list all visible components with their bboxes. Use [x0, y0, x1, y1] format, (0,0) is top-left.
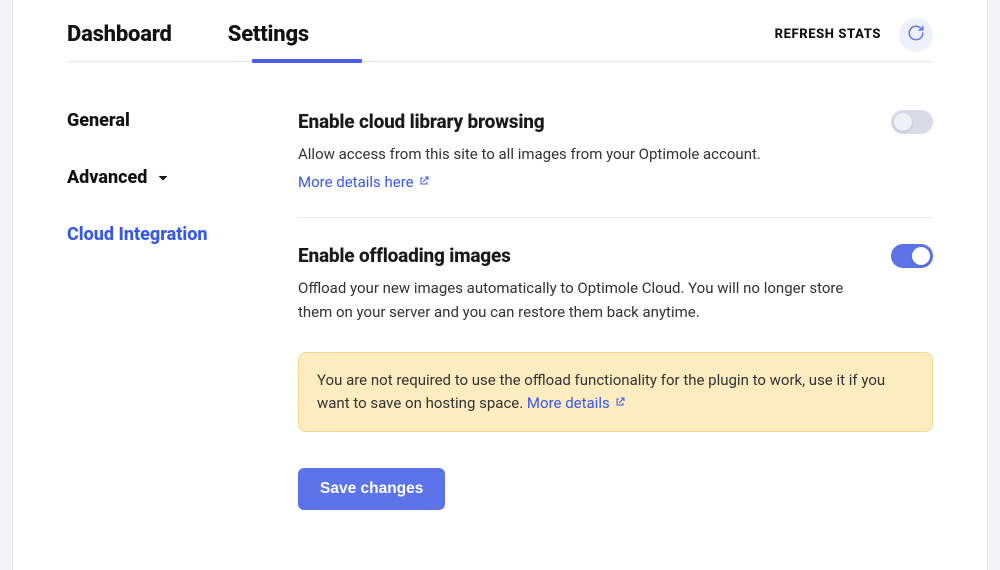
offloading-desc: Offload your new images automatically to… — [298, 277, 858, 324]
sidebar-item-general[interactable]: General — [67, 110, 298, 167]
tab-settings[interactable]: Settings — [228, 10, 309, 59]
cloud-library-toggle[interactable] — [891, 110, 933, 134]
topbar: Dashboard Settings REFRESH STATS — [67, 8, 933, 62]
section-offloading: Enable offloading images Offload your ne… — [298, 217, 933, 536]
external-link-icon — [614, 392, 626, 415]
offloading-toggle[interactable] — [891, 244, 933, 268]
refresh-icon — [907, 24, 925, 46]
toggle-knob — [894, 113, 912, 131]
save-button[interactable]: Save changes — [298, 468, 445, 510]
sidebar-item-advanced[interactable]: Advanced — [67, 167, 298, 224]
cloud-library-desc: Allow access from this site to all image… — [298, 143, 858, 166]
section-cloud-library: Enable cloud library browsing Allow acce… — [298, 110, 933, 217]
refresh-icon-button[interactable] — [899, 18, 933, 52]
offloading-title: Enable offloading images — [298, 244, 867, 267]
sidebar-item-cloud-integration[interactable]: Cloud Integration — [67, 224, 298, 281]
sidebar-item-label: Advanced — [67, 167, 147, 188]
link-label: More details here — [298, 173, 414, 191]
chevron-down-icon — [155, 170, 171, 186]
link-label: More details — [527, 392, 610, 415]
toggle-knob — [912, 247, 930, 265]
settings-main: Enable cloud library browsing Allow acce… — [298, 110, 933, 536]
cloud-library-more-link[interactable]: More details here — [298, 173, 430, 191]
settings-sidebar: General Advanced Cloud Integration — [67, 110, 298, 536]
tab-dashboard[interactable]: Dashboard — [67, 10, 172, 59]
refresh-stats-button[interactable]: REFRESH STATS — [775, 27, 881, 42]
offloading-more-link[interactable]: More details — [527, 392, 626, 415]
external-link-icon — [418, 173, 430, 191]
offloading-notice: You are not required to use the offload … — [298, 352, 933, 433]
cloud-library-title: Enable cloud library browsing — [298, 110, 867, 133]
tabs: Dashboard Settings — [67, 10, 309, 59]
